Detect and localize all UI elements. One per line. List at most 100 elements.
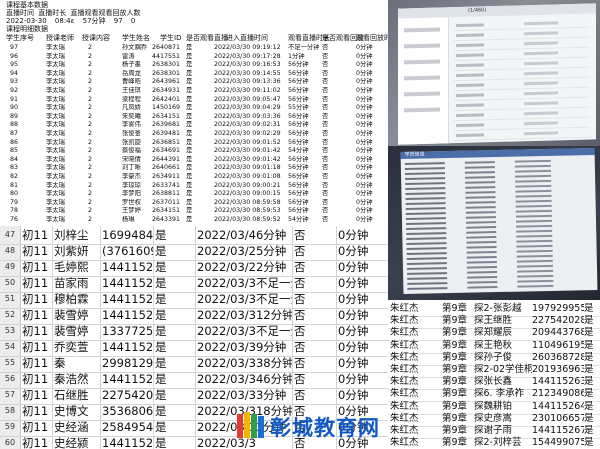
table-cell: 56分钟: [288, 69, 309, 77]
table-cell: 是: [186, 173, 193, 180]
table-cell: 李太瑞: [46, 181, 65, 189]
table-cell: 是: [186, 198, 193, 206]
table-cell: 2: [88, 112, 93, 120]
table-cell: 55分钟: [288, 104, 309, 112]
table-cell: 0分钟: [356, 216, 373, 223]
table-cell: 2: [88, 69, 93, 77]
table-cell: 85: [10, 147, 19, 155]
table-cell: 否: [322, 112, 329, 120]
table-cell: 0分钟: [356, 198, 373, 206]
table-cell: 0分钟: [356, 52, 373, 60]
table-cell: 李太瑞: [46, 173, 65, 180]
table-cell: 否: [322, 121, 329, 129]
table-cell: 凡凤娇: [122, 104, 141, 112]
table-cell: 是: [186, 138, 193, 146]
table-cell: 92: [10, 87, 19, 94]
table-cell: 0分钟: [356, 95, 373, 103]
table-cell: 54分钟: [288, 216, 309, 223]
table-cell: 否: [322, 207, 329, 215]
book-logo-icon: [237, 412, 264, 438]
table-cell: 李太瑞: [46, 190, 65, 198]
table-cell: 李雾伟: [122, 121, 141, 129]
table-cell: 2: [88, 190, 93, 198]
table-cell: 2: [88, 147, 93, 155]
table-cell: 2: [88, 95, 93, 103]
table-cell: 84: [10, 155, 19, 163]
window-title: 学员信息: [404, 151, 425, 158]
table-row: 76 李太瑞 2 杨琳 2643391 是 2022/03/30 08:59:52 54分钟 否…: [0, 216, 388, 223]
table-cell: 蔡俊福: [122, 147, 141, 155]
table-cell: 否: [322, 181, 329, 189]
table-cell: 否: [322, 44, 329, 51]
col-student-name: 学生姓名: [122, 34, 150, 42]
table-cell: 97: [10, 44, 19, 51]
table-cell: 0分钟: [356, 207, 373, 215]
table-cell: 4417551: [152, 52, 181, 60]
table-cell: 56分钟: [288, 95, 309, 103]
table-cell: 否: [322, 198, 329, 206]
table-cell: 76: [10, 216, 19, 223]
table-row: 94 李太瑞 2 岳周龙 2638301 是 2022/03/30 09:14:55 56分钟…: [0, 70, 388, 77]
table-cell: 2634151: [152, 112, 181, 120]
window-title: (1/460): [468, 7, 487, 14]
table-cell: 89: [10, 112, 19, 120]
table-cell: 2: [88, 52, 93, 60]
col-watched-live: 是否观看直播: [186, 34, 228, 42]
watermark: 彰城教育网: [234, 406, 394, 446]
table-cell: 2: [88, 173, 93, 180]
table-cell: 是: [584, 437, 594, 449]
table-cell: 154499075: [532, 437, 584, 449]
table-cell: 是: [186, 130, 193, 137]
table-cell: 李太瑞: [46, 121, 65, 129]
table-cell: 2022/03/30 09:13:36: [214, 78, 281, 86]
table-cell: 李太瑞: [46, 95, 65, 103]
col-teacher: 授课老师: [46, 34, 74, 42]
table-cell: 0分钟: [356, 78, 373, 86]
table-cell: 2022/03/30 09:04:29: [214, 104, 281, 112]
table-cell: 2: [88, 44, 93, 51]
table-cell: 2: [88, 181, 93, 189]
table-cell: 2022/03/30 09:14:55: [214, 69, 281, 77]
table-cell: 是: [186, 104, 193, 112]
table-cell: 54分钟: [288, 147, 309, 155]
table-row: 97 李太瑞 2 孙文耦乔 2640871 是 2022/03/30 09:19:12 不足一…: [0, 44, 388, 51]
table-cell: 朱奕曦: [122, 112, 141, 120]
table-row: 91 李太瑞 2 梁程程 2642401 是 2022/03/30 09:05:47 56分钟…: [0, 96, 388, 103]
table-cell: 李太瑞: [46, 130, 65, 137]
table-cell: 否: [322, 130, 329, 137]
table-cell: 是: [186, 87, 193, 94]
table-cell: 张凯旋: [122, 138, 141, 146]
table-row: 83 李太瑞 2 刘丁晰 2640661 是 2022/03/30 09:01:18 56分钟…: [0, 164, 388, 171]
detail-title: 课程明细数据: [6, 25, 48, 33]
table-row: 79 李太瑞 2 罗世权 2637011 是 2022/03/30 08:59:58 56分钟…: [0, 199, 388, 206]
table-cell: 2022/03/30 09:01:42: [214, 147, 281, 155]
table-cell: 2022/03/30 09:16:53: [214, 61, 281, 69]
table-cell: 2639481: [152, 130, 181, 137]
table-cell: 2634911: [152, 173, 181, 180]
table-cell: 2: [88, 216, 93, 223]
table-row: 81 李太瑞 2 李琼琼 2633741 是 2022/03/30 09:00:21 56分钟…: [0, 182, 388, 189]
table-cell: 李豪杰: [122, 173, 141, 180]
list-item: [454, 127, 590, 142]
table-cell: 2638811: [152, 190, 181, 198]
table-cell: 78: [10, 207, 19, 215]
table-cell: 否: [322, 155, 329, 163]
table-cell: 83: [10, 164, 19, 172]
table-cell: 0分钟: [356, 181, 373, 189]
table-row: 93 李太瑞 2 曹峰皓 2643961 是 2022/03/30 09:13:36 56分钟…: [0, 78, 388, 85]
table-cell: 雷涛: [122, 52, 135, 60]
table-cell: 第9章: [442, 437, 468, 449]
table-cell: 是: [186, 190, 193, 198]
table-cell: 87: [10, 130, 19, 137]
watermark-text: 彰城教育网: [270, 416, 380, 440]
laptop-screen: 学员信息: [400, 147, 598, 295]
app-sidebar: [398, 17, 449, 145]
table-cell: 张俊釜: [122, 130, 141, 137]
table-cell: 否: [322, 138, 329, 146]
table-cell: 2: [88, 155, 93, 163]
table-cell: 2: [88, 138, 93, 146]
table-row: 78 李太瑞 2 王梦婷 2634151 是 2022/03/30 08:59:53 56分钟…: [0, 207, 388, 214]
table-cell: 0分钟: [356, 87, 373, 94]
table-cell: 56分钟: [288, 190, 309, 198]
table-cell: 李太瑞: [46, 138, 65, 146]
